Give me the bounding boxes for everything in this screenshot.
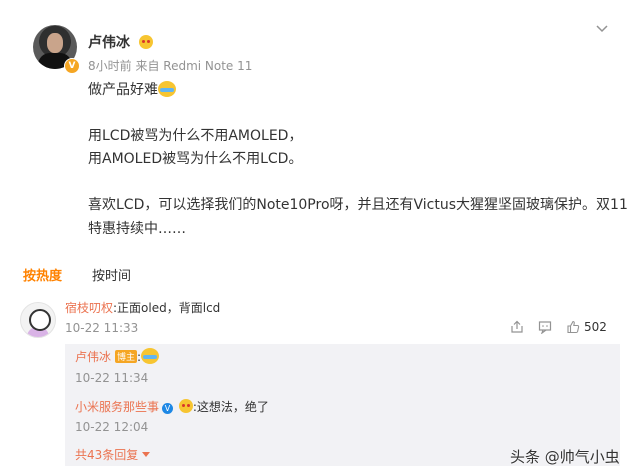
commenter-name[interactable]: 宿枝叨权 [65,301,113,315]
reply-1-username[interactable]: 卢伟冰 [75,350,111,364]
reply-1-row: 卢伟冰 博主: [75,348,160,365]
like-count: 502 [584,320,607,334]
comment-icon [538,321,552,334]
member-emoji-icon [138,35,153,49]
verified-badge-icon: V [64,58,80,74]
more-replies-label: 共43条回复 [75,448,139,462]
reply-2-row: 小米服务那些事 V :这想法，绝了 [75,398,269,415]
share-icon [511,320,523,333]
avatar-head [29,309,51,331]
reply-1-time: 10-22 11:34 [75,371,149,385]
member-emoji-icon [178,399,193,413]
tab-sort-time[interactable]: 按时间 [92,265,131,284]
post-text-3: 用AMOLED被骂为什么不用LCD。 [88,151,303,167]
crying-emoji-icon [158,81,176,97]
author-name[interactable]: 卢伟冰 [88,35,130,51]
post-text-2: 用LCD被骂为什么不用AMOLED， [88,128,303,144]
comment-button[interactable] [538,320,552,334]
reply-2-text: :这想法，绝了 [192,400,269,414]
like-icon [567,320,580,334]
post-text-5: 特惠持续中…… [88,221,186,237]
crying-emoji-icon [141,348,160,364]
comment-text: :正面oled，背面lcd [113,301,221,315]
comment-text-row: 宿枝叨权:正面oled，背面lcd [65,299,220,316]
post-text-1: 做产品好难 [88,82,158,98]
more-replies-link[interactable]: 共43条回复 [75,446,151,463]
post-meta: 8小时前 来自 Redmi Note 11 [88,59,253,73]
reply-2-time: 10-22 12:04 [75,420,149,434]
commenter-avatar[interactable] [20,302,56,338]
comment-time: 10-22 11:33 [65,321,139,335]
reply-2-username[interactable]: 小米服务那些事 [75,400,159,414]
avatar-face [47,33,63,53]
chevron-down-icon[interactable] [595,22,609,38]
tab-sort-hot[interactable]: 按热度 [23,265,62,284]
watermark: 头条 @帅气小虫 [510,448,620,466]
post-text-4: 喜欢LCD，可以选择我们的Note10Pro呀，并且还有Victus大猩猩坚固玻… [88,197,628,213]
like-button[interactable]: 502 [566,320,607,334]
post-line-1: 做产品好难 [88,79,176,99]
author-name-row[interactable]: 卢伟冰 [88,32,153,52]
blogger-tag: 博主 [115,350,138,363]
share-button[interactable] [510,320,524,334]
comment-actions: 502 [510,320,607,334]
caret-down-icon [142,452,151,457]
verified-blue-icon: V [162,403,174,414]
